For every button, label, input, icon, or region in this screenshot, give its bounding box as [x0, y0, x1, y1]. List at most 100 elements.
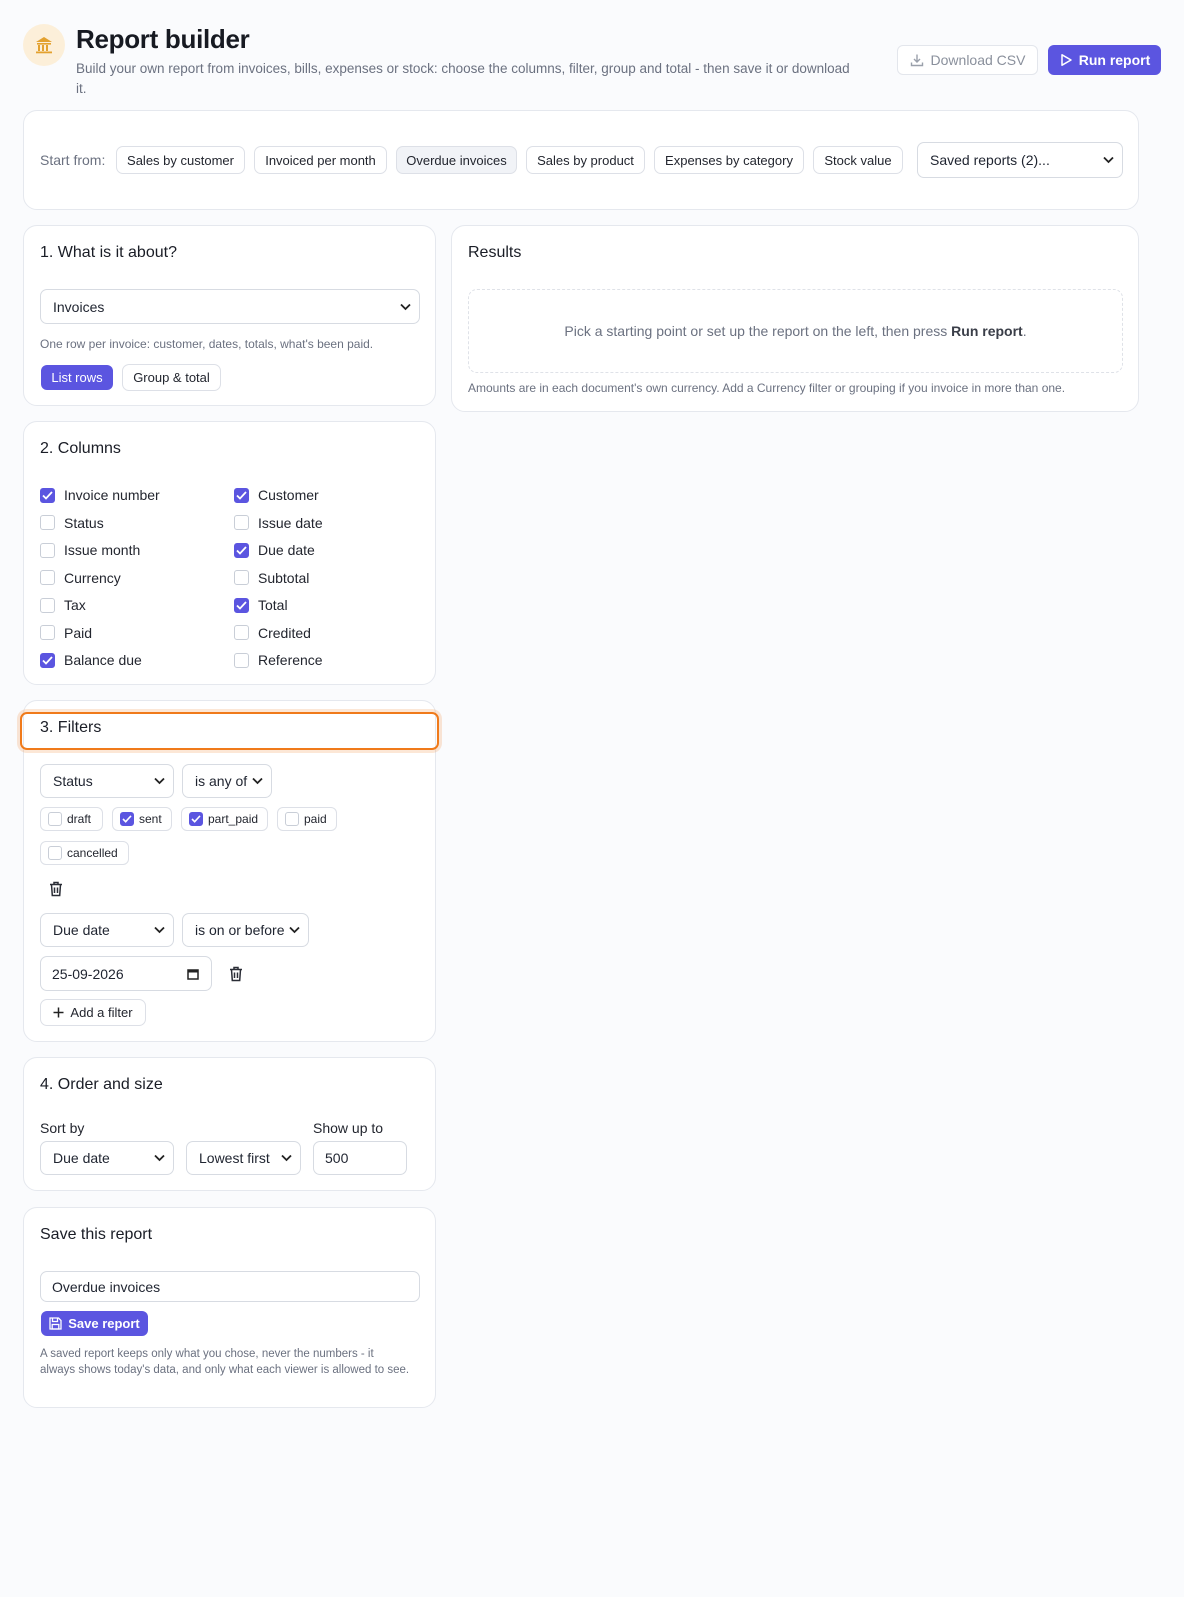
column-option[interactable]: Paid [40, 624, 92, 642]
status-checkbox[interactable] [120, 812, 134, 826]
column-label: Currency [64, 569, 121, 586]
run-report-button[interactable]: Run report [1048, 45, 1161, 75]
sort-direction-select[interactable]: Lowest first [186, 1141, 301, 1175]
status-checkbox[interactable] [189, 812, 203, 826]
about-card: 1. What is it about? Invoices One row pe… [23, 225, 436, 406]
column-checkbox[interactable] [40, 487, 55, 503]
status-label: sent [139, 812, 162, 826]
columns-title: 2. Columns [40, 440, 121, 457]
filter2-date-input[interactable]: 25-09-2026 [40, 956, 212, 991]
status-option-draft[interactable]: draft [40, 807, 103, 831]
save-note: A saved report keeps only what you chose… [40, 1348, 410, 1376]
column-label: Credited [258, 624, 311, 641]
add-filter-button[interactable]: Add a filter [40, 999, 146, 1026]
column-option[interactable]: Due date [234, 541, 315, 559]
sort-field-value: Due date [53, 1150, 110, 1166]
status-checkbox[interactable] [285, 812, 299, 826]
filter1-field-select[interactable]: Status [40, 764, 174, 798]
about-title: 1. What is it about? [40, 244, 177, 261]
save-report-button[interactable]: Save report [41, 1311, 148, 1336]
filter2-field-value: Due date [53, 922, 110, 938]
source-hint: One row per invoice: customer, dates, to… [40, 337, 374, 351]
status-option-part_paid[interactable]: part_paid [181, 807, 268, 831]
saved-reports-select[interactable]: Saved reports (2)... [917, 142, 1123, 178]
preset-overdue-invoices[interactable]: Overdue invoices [396, 146, 517, 174]
column-option[interactable]: Customer [234, 486, 319, 504]
column-label: Paid [64, 624, 93, 641]
results-card: Results Pick a starting point or set up … [451, 225, 1139, 412]
status-option-cancelled[interactable]: cancelled [40, 841, 129, 865]
column-option[interactable]: Reference [234, 651, 323, 669]
column-checkbox[interactable] [234, 597, 249, 613]
column-checkbox[interactable] [234, 625, 249, 640]
chevron-down-icon [252, 777, 263, 785]
download-csv-button[interactable]: Download CSV [897, 45, 1038, 75]
trash-icon[interactable] [229, 966, 243, 985]
column-option[interactable]: Subtotal [234, 569, 309, 587]
preset-sales-by-product[interactable]: Sales by product [526, 146, 645, 174]
floppy-disk-icon [49, 1317, 62, 1330]
status-checkbox[interactable] [48, 846, 62, 860]
results-empty-state: Pick a starting point or set up the repo… [468, 289, 1123, 373]
preset-stock-value[interactable]: Stock value [813, 146, 903, 174]
column-checkbox[interactable] [40, 597, 55, 613]
page-header: Report builder Build your own report fro… [23, 22, 1161, 102]
sort-field-select[interactable]: Due date [40, 1141, 174, 1175]
order-card: 4. Order and size Sort by Show up to Due… [23, 1057, 436, 1191]
page-subtitle: Build your own report from invoices, bil… [76, 61, 850, 96]
source-select[interactable]: Invoices [40, 289, 420, 324]
column-checkbox[interactable] [234, 570, 249, 585]
download-icon [910, 54, 923, 67]
status-checkbox[interactable] [48, 812, 62, 826]
chevron-down-icon [289, 926, 300, 934]
column-option[interactable]: Total [234, 596, 288, 614]
mode-list-rows[interactable]: List rows [41, 365, 113, 390]
trash-icon[interactable] [49, 881, 63, 900]
column-option[interactable]: Tax [40, 596, 86, 614]
column-label: Due date [258, 542, 315, 558]
column-checkbox[interactable] [234, 515, 249, 530]
column-checkbox[interactable] [40, 570, 55, 585]
report-name-input[interactable]: Overdue invoices [40, 1271, 420, 1302]
column-label: Total [258, 597, 288, 613]
status-option-paid[interactable]: paid [277, 807, 337, 831]
results-currency-note: Amounts are in each document's own curre… [468, 381, 1066, 395]
column-option[interactable]: Credited [234, 624, 311, 642]
save-report-label: Save report [68, 1316, 140, 1331]
column-label: Subtotal [258, 569, 310, 586]
filters-title: 3. Filters [40, 719, 102, 736]
column-option[interactable]: Issue date [234, 514, 323, 532]
preset-invoiced-per-month[interactable]: Invoiced per month [254, 146, 387, 174]
filter2-operator-select[interactable]: is on or before [182, 913, 309, 947]
chevron-down-icon [154, 926, 165, 934]
column-checkbox[interactable] [40, 515, 55, 530]
column-option[interactable]: Issue month [40, 541, 140, 559]
column-option[interactable]: Status [40, 514, 104, 532]
filter2-field-select[interactable]: Due date [40, 913, 174, 947]
show-up-to-label: Show up to [313, 1120, 384, 1136]
column-option[interactable]: Currency [40, 569, 121, 587]
mode-group-total[interactable]: Group & total [122, 364, 221, 391]
preset-expenses-by-category[interactable]: Expenses by category [654, 146, 804, 174]
column-checkbox[interactable] [234, 542, 249, 558]
order-title: 4. Order and size [40, 1076, 163, 1093]
column-checkbox[interactable] [234, 652, 249, 668]
column-label: Reference [258, 652, 323, 668]
column-checkbox[interactable] [40, 652, 55, 668]
column-checkbox[interactable] [40, 625, 55, 640]
column-option[interactable]: Balance due [40, 651, 142, 669]
limit-input[interactable]: 500 [313, 1141, 407, 1175]
column-label: Balance due [64, 652, 142, 668]
results-empty-prefix: Pick a starting point or set up the repo… [564, 323, 952, 339]
filter1-operator-select[interactable]: is any of [182, 764, 272, 798]
column-checkbox[interactable] [40, 542, 55, 558]
preset-sales-by-customer[interactable]: Sales by customer [116, 146, 245, 174]
add-filter-label: Add a filter [70, 1005, 133, 1020]
status-option-sent[interactable]: sent [112, 807, 172, 831]
column-option[interactable]: Invoice number [40, 486, 160, 504]
calendar-icon[interactable] [187, 968, 199, 980]
status-label: draft [67, 812, 92, 826]
filter2-operator-value: is on or before [195, 922, 285, 938]
status-label: cancelled [67, 846, 118, 860]
column-checkbox[interactable] [234, 487, 249, 503]
